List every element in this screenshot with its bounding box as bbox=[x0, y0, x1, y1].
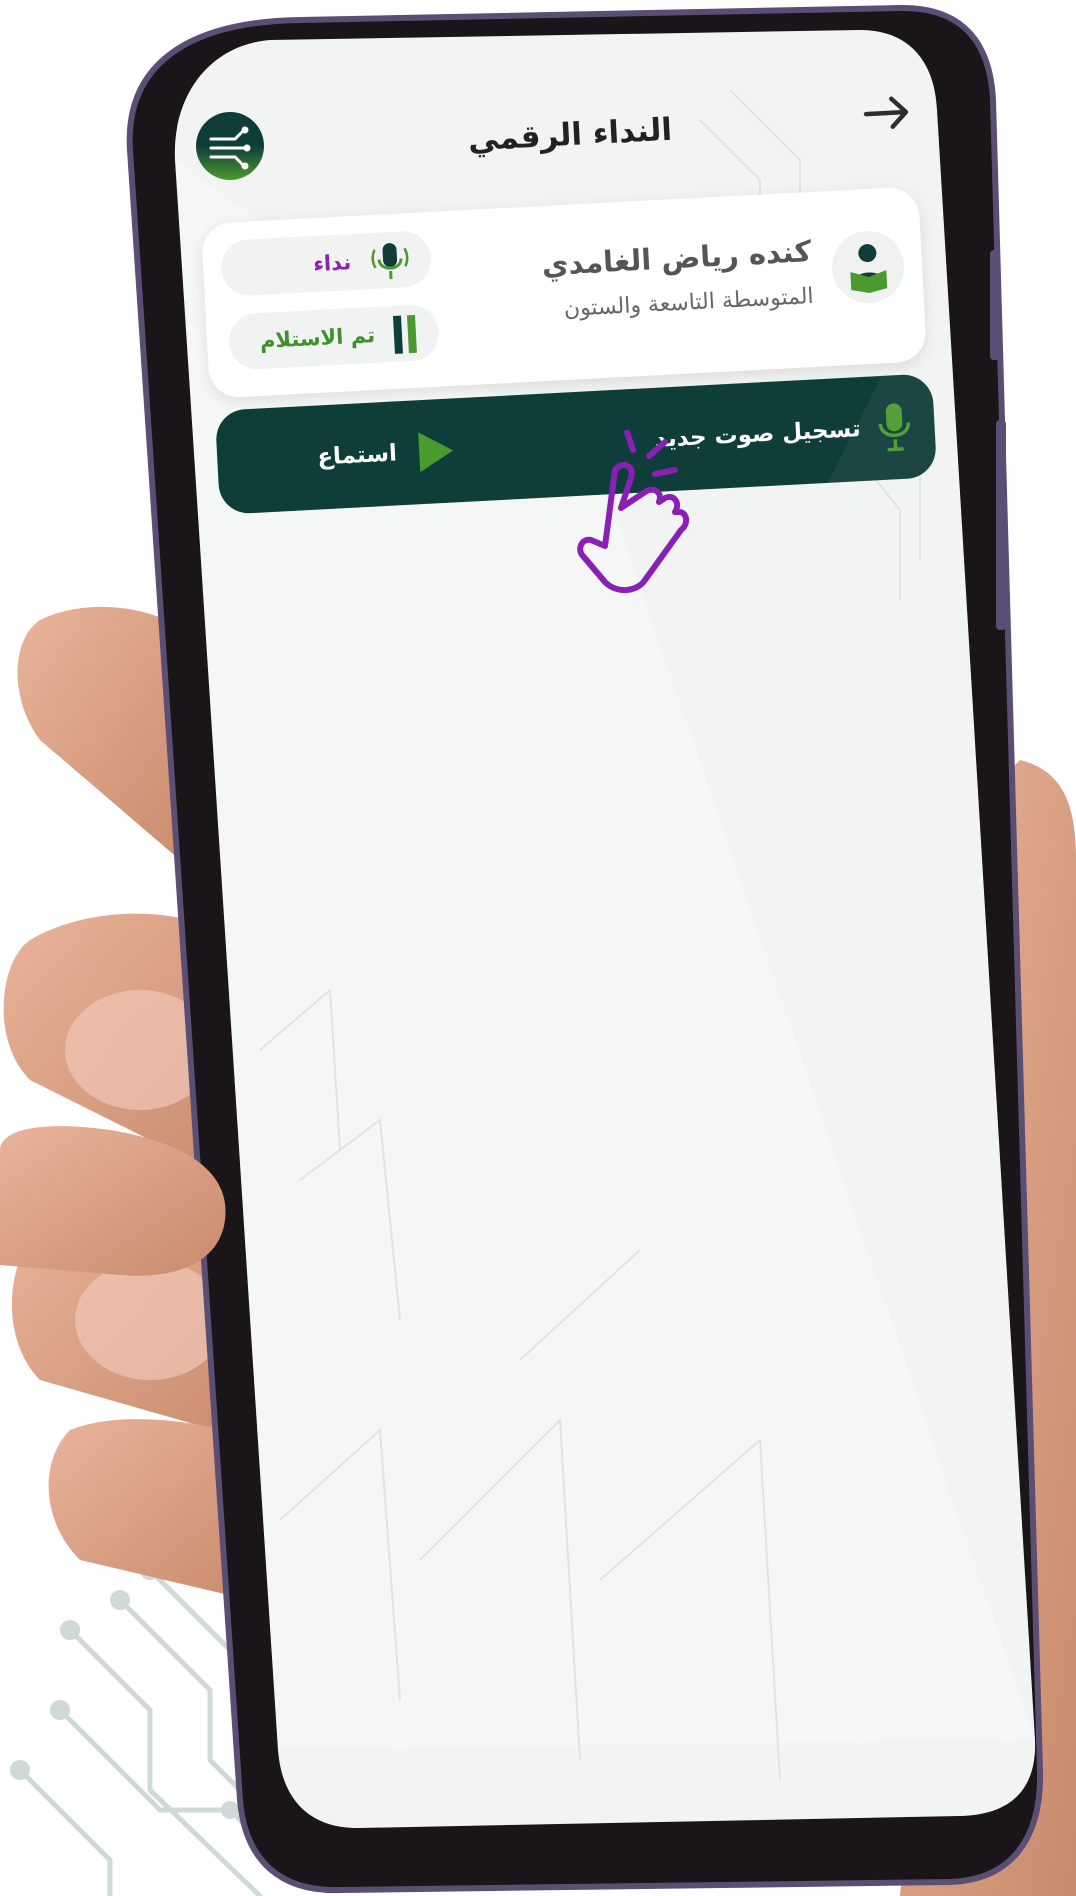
call-label: نداء bbox=[312, 250, 352, 277]
student-reading-icon bbox=[850, 244, 888, 294]
received-label: تم الاستلام bbox=[259, 322, 376, 353]
promo-scene: النداء الرقمي كنده رياض الغامدي المتوسطة… bbox=[0, 0, 1076, 1896]
tap-hand-icon bbox=[577, 430, 689, 593]
microphone-icon bbox=[878, 403, 911, 452]
circuit-logo-icon bbox=[196, 112, 264, 180]
avatar bbox=[830, 229, 906, 305]
page-title: النداء الرقمي bbox=[467, 111, 673, 159]
listen-button[interactable]: استماع bbox=[316, 416, 457, 491]
student-name: كنده رياض الغامدي bbox=[541, 234, 813, 283]
received-status-pill[interactable]: تم الاستلام bbox=[227, 303, 441, 371]
student-school: المتوسطة التاسعة والستون bbox=[563, 283, 815, 323]
back-button[interactable] bbox=[850, 76, 924, 150]
student-card[interactable]: كنده رياض الغامدي المتوسطة التاسعة والست… bbox=[200, 186, 928, 399]
arrow-right-icon bbox=[863, 96, 909, 129]
status-bars-icon bbox=[392, 314, 417, 354]
listen-label: استماع bbox=[316, 440, 398, 471]
call-status-pill[interactable]: نداء bbox=[219, 229, 433, 297]
app-screen: النداء الرقمي كنده رياض الغامدي المتوسطة… bbox=[0, 0, 1076, 1896]
microphone-broadcast-icon bbox=[371, 243, 409, 280]
play-icon bbox=[417, 432, 453, 473]
